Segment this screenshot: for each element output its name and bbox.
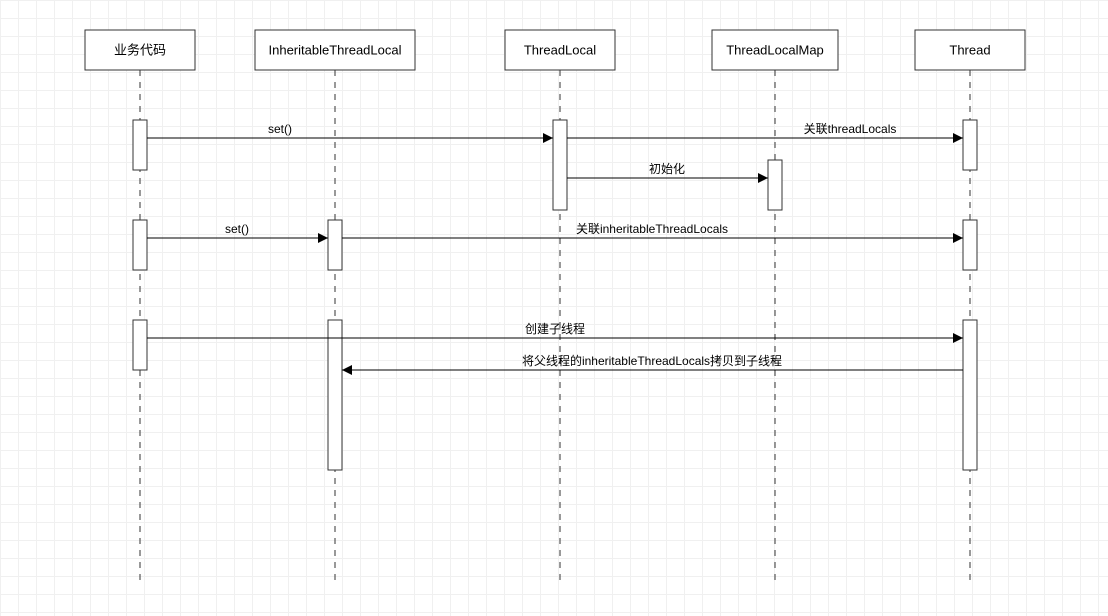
message-label: set() (268, 122, 292, 136)
sequence-diagram: 业务代码 InheritableThreadLocal ThreadLocal … (0, 0, 1108, 616)
message-assoc-threadlocals: 关联threadLocals (567, 122, 963, 143)
participant-inheritable-thread-local: InheritableThreadLocal (255, 30, 415, 70)
message-label: 关联threadLocals (804, 122, 897, 136)
activation-bar (963, 120, 977, 170)
message-label: set() (225, 222, 249, 236)
activation-bar (328, 220, 342, 270)
participant-label: ThreadLocal (524, 42, 596, 57)
activation-bar (328, 320, 342, 470)
message-init: 初始化 (567, 162, 768, 183)
activation-bar (133, 220, 147, 270)
message-copy-inheritable: 将父线程的inheritableThreadLocals拷贝到子线程 (342, 353, 963, 375)
activation-bar (963, 320, 977, 470)
message-label: 将父线程的inheritableThreadLocals拷贝到子线程 (522, 353, 782, 368)
participant-label: InheritableThreadLocal (269, 42, 402, 57)
activation-bar (133, 120, 147, 170)
participant-label: 业务代码 (114, 42, 166, 57)
message-label: 关联inheritableThreadLocals (576, 222, 728, 236)
activation-bar (768, 160, 782, 210)
message-set-inheritable: set() (147, 222, 328, 243)
activation-bar (963, 220, 977, 270)
message-set-threadlocal: set() (147, 122, 553, 143)
message-assoc-inheritable: 关联inheritableThreadLocals (342, 222, 963, 243)
participant-business-code: 业务代码 (85, 30, 195, 70)
participant-label: Thread (949, 42, 990, 57)
message-label: 初始化 (649, 162, 685, 176)
message-create-child-thread: 创建子线程 (147, 321, 963, 343)
participant-thread-local-map: ThreadLocalMap (712, 30, 838, 70)
message-label: 创建子线程 (525, 321, 585, 336)
participant-thread-local: ThreadLocal (505, 30, 615, 70)
participant-label: ThreadLocalMap (726, 42, 824, 57)
participant-thread: Thread (915, 30, 1025, 70)
activation-bar (133, 320, 147, 370)
activation-bar (553, 120, 567, 210)
